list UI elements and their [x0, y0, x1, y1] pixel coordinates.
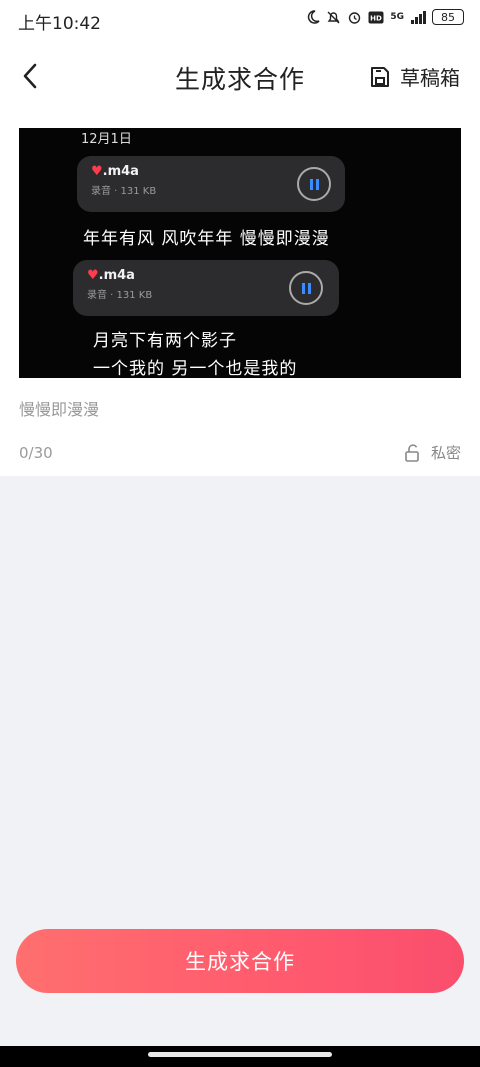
char-counter: 0/30	[19, 444, 53, 462]
audio-bubble: ♥.m4a 录音 · 131 KB	[73, 260, 339, 316]
drafts-label: 草稿箱	[400, 66, 460, 90]
lyric-line: 月亮下有两个影子	[93, 331, 237, 351]
audio-bubble: ♥.m4a 录音 · 131 KB	[77, 156, 345, 212]
gesture-bar	[0, 1046, 480, 1067]
generate-collab-button[interactable]: 生成求合作	[16, 929, 464, 993]
audio-name: ♥.m4a	[91, 164, 139, 179]
signal-icon	[411, 10, 426, 24]
status-icons: HD 5G 85	[306, 9, 464, 25]
alarm-icon	[349, 11, 361, 24]
pause-button	[289, 271, 323, 305]
lyric-line: 一个我的 另一个也是我的	[93, 359, 298, 378]
heart-icon: ♥	[87, 268, 99, 283]
cover-image[interactable]: 12月1日 ♥.m4a 录音 · 131 KB 年年有风 风吹年年 慢慢即漫漫 …	[19, 128, 461, 378]
status-time: 上午10:42	[18, 14, 101, 34]
drafts-button[interactable]: 草稿箱	[368, 62, 460, 91]
audio-name: ♥.m4a	[87, 268, 135, 283]
hd-icon: HD	[368, 11, 384, 23]
unlock-icon	[405, 443, 419, 462]
pause-icon	[309, 178, 319, 190]
mute-bell-icon	[327, 11, 340, 23]
network-label: 5G	[390, 11, 404, 22]
pause-button	[297, 167, 331, 201]
battery-icon: 85	[432, 9, 464, 25]
svg-text:HD: HD	[371, 14, 383, 22]
save-icon	[371, 66, 389, 87]
status-bar: 上午10:42 HD 5G 85	[0, 0, 480, 40]
audio-meta: 录音 · 131 KB	[87, 290, 153, 301]
privacy-toggle[interactable]: 私密	[403, 442, 461, 463]
media-date: 12月1日	[81, 132, 132, 147]
caption-text[interactable]: 慢慢即漫漫	[19, 396, 99, 420]
lyric-line: 年年有风 风吹年年 慢慢即漫漫	[83, 229, 330, 249]
privacy-label: 私密	[430, 444, 461, 462]
content-panel: 上午10:42 HD 5G 85 生成求合作 草稿箱 12月1日 ♥.m4a 录…	[0, 0, 480, 476]
moon-icon	[308, 10, 320, 24]
nav-bar: 生成求合作 草稿箱	[0, 48, 480, 104]
home-indicator[interactable]	[148, 1052, 332, 1057]
pause-icon	[301, 282, 311, 294]
audio-meta: 录音 · 131 KB	[91, 186, 157, 197]
heart-icon: ♥	[91, 164, 103, 179]
